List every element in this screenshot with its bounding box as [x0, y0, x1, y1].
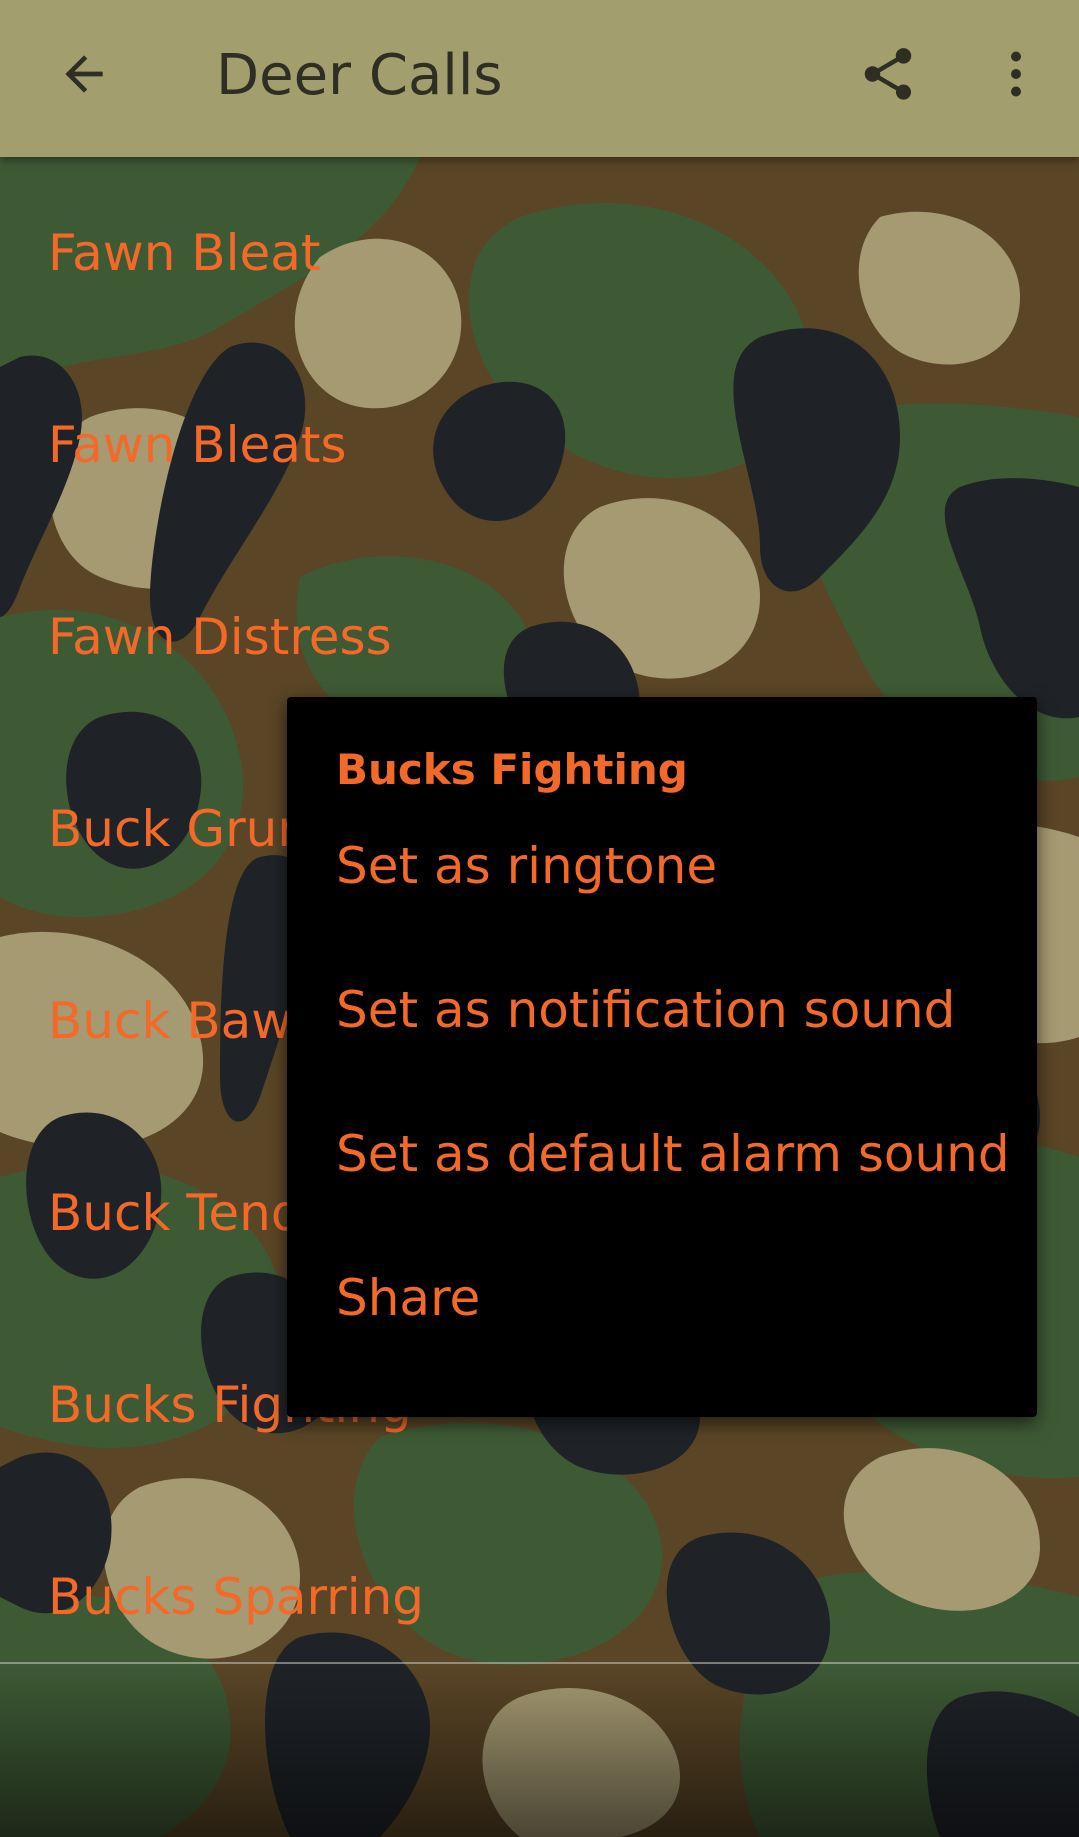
list-item-label: Fawn Bleat — [48, 224, 321, 282]
overflow-menu-button[interactable] — [968, 26, 1064, 122]
list-item-label: Buck Bawl — [48, 992, 307, 1050]
more-vert-icon — [1011, 51, 1021, 97]
app-title: Deer Calls — [216, 43, 503, 108]
list-item[interactable]: Fawn Bleat — [0, 157, 1079, 349]
list-item-label: Bucks Sparring — [48, 1568, 425, 1626]
back-button[interactable] — [36, 26, 132, 122]
list-item-label: Fawn Bleats — [48, 416, 347, 474]
menu-item-set-alarm[interactable]: Set as default alarm sound — [336, 1104, 1010, 1204]
arrow-left-icon — [65, 55, 103, 93]
context-menu: Bucks Fighting Set as ringtone Set as no… — [287, 697, 1037, 1417]
menu-item-set-notification[interactable]: Set as notification sound — [336, 960, 955, 1060]
menu-item-set-ringtone[interactable]: Set as ringtone — [336, 816, 717, 916]
list-item-label: Fawn Distress — [48, 608, 392, 666]
list-item[interactable]: Fawn Bleats — [0, 349, 1079, 541]
bottom-shade — [0, 1664, 1079, 1837]
menu-item-share[interactable]: Share — [336, 1248, 480, 1348]
app-bar: Deer Calls — [0, 0, 1079, 157]
share-icon — [864, 48, 912, 100]
context-menu-title: Bucks Fighting — [336, 745, 688, 794]
share-button[interactable] — [840, 26, 936, 122]
